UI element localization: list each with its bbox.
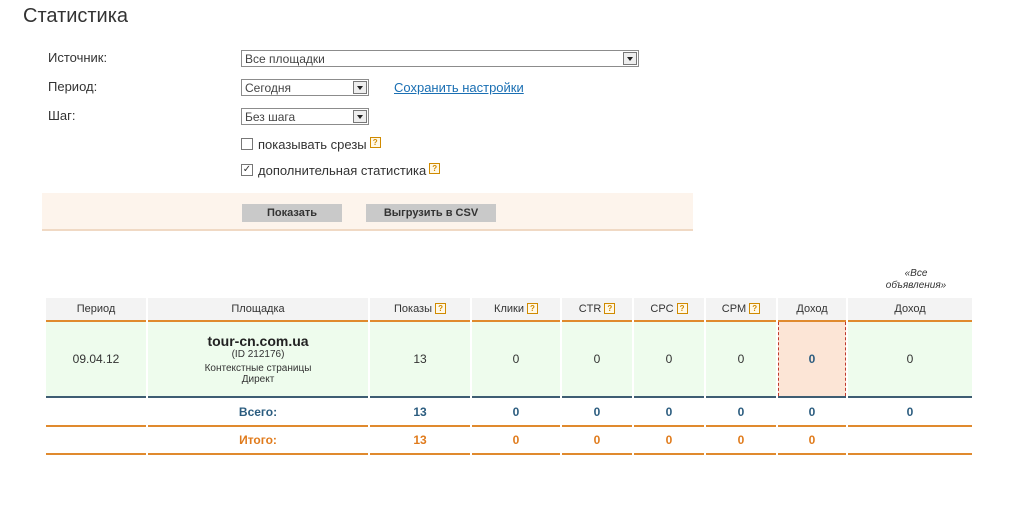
site-source: Директ bbox=[241, 374, 275, 385]
help-icon[interactable]: ? bbox=[369, 137, 381, 148]
extra-stats-label: дополнительная статистика bbox=[258, 163, 427, 178]
col-cpc: CPC? bbox=[634, 298, 704, 322]
help-icon[interactable]: ? bbox=[604, 303, 616, 314]
source-select[interactable]: Все площадки bbox=[241, 50, 639, 67]
grand-total-row: Итого: 13 0 0 0 0 0 bbox=[46, 427, 972, 455]
col-shows: Показы? bbox=[370, 298, 470, 322]
cell-income: 0 bbox=[778, 322, 846, 396]
cell-shows: 13 bbox=[370, 322, 470, 396]
total-cpc: 0 bbox=[634, 396, 704, 427]
page-title: Статистика bbox=[23, 5, 129, 27]
total-shows: 13 bbox=[370, 396, 470, 427]
period-label: Период: bbox=[48, 79, 98, 94]
total-clicks: 0 bbox=[472, 396, 560, 427]
cell-period: 09.04.12 bbox=[46, 322, 146, 396]
step-select[interactable]: Без шага bbox=[241, 108, 369, 125]
grand-total-label: Итого: bbox=[148, 427, 368, 455]
col-site: Площадка bbox=[148, 298, 368, 322]
chevron-down-icon[interactable] bbox=[353, 81, 367, 94]
table-row: 09.04.12 tour-cn.com.ua (ID 212176) Конт… bbox=[46, 322, 972, 396]
grand-total-shows: 13 bbox=[370, 427, 470, 455]
col-income: Доход bbox=[778, 298, 846, 322]
all-ads-note: «Все объявления» bbox=[885, 268, 947, 291]
cell-site: tour-cn.com.ua (ID 212176) Контекстные с… bbox=[148, 322, 368, 396]
cell-cpc: 0 bbox=[634, 322, 704, 396]
col-income-all: Доход bbox=[848, 298, 972, 322]
show-slices-checkbox[interactable] bbox=[241, 138, 253, 150]
source-value: Все площадки bbox=[245, 52, 325, 66]
help-icon[interactable]: ? bbox=[749, 303, 761, 314]
help-icon[interactable]: ? bbox=[429, 163, 441, 174]
total-cpm: 0 bbox=[706, 396, 776, 427]
cell-income-all: 0 bbox=[848, 322, 972, 396]
source-label: Источник: bbox=[48, 50, 108, 65]
step-label: Шаг: bbox=[48, 108, 76, 123]
step-value: Без шага bbox=[245, 110, 296, 124]
cell-ctr: 0 bbox=[562, 322, 632, 396]
stats-table: Период Площадка Показы? Клики? CTR? CPC?… bbox=[44, 298, 974, 455]
period-select[interactable]: Сегодня bbox=[241, 79, 369, 96]
action-panel: Показать Выгрузить в CSV bbox=[42, 193, 693, 231]
col-cpm: CPM? bbox=[706, 298, 776, 322]
total-income: 0 bbox=[778, 396, 846, 427]
grand-total-cpc: 0 bbox=[634, 427, 704, 455]
help-icon[interactable]: ? bbox=[526, 303, 538, 314]
site-id: (ID 212176) bbox=[231, 349, 285, 360]
col-ctr: CTR? bbox=[562, 298, 632, 322]
period-value: Сегодня bbox=[245, 81, 291, 95]
grand-total-income: 0 bbox=[778, 427, 846, 455]
save-settings-link[interactable]: Сохранить настройки bbox=[394, 80, 524, 95]
chevron-down-icon[interactable] bbox=[623, 52, 637, 65]
help-icon[interactable]: ? bbox=[435, 303, 447, 314]
total-income-all: 0 bbox=[848, 396, 972, 427]
col-clicks: Клики? bbox=[472, 298, 560, 322]
total-row: Всего: 13 0 0 0 0 0 0 bbox=[46, 396, 972, 427]
grand-total-clicks: 0 bbox=[472, 427, 560, 455]
cell-cpm: 0 bbox=[706, 322, 776, 396]
help-icon[interactable]: ? bbox=[676, 303, 688, 314]
chevron-down-icon[interactable] bbox=[353, 110, 367, 123]
grand-total-cpm: 0 bbox=[706, 427, 776, 455]
site-type: Контекстные страницы bbox=[204, 363, 312, 374]
cell-clicks: 0 bbox=[472, 322, 560, 396]
grand-total-ctr: 0 bbox=[562, 427, 632, 455]
show-button[interactable]: Показать bbox=[242, 204, 342, 222]
total-label: Всего: bbox=[148, 396, 368, 427]
site-name: tour-cn.com.ua bbox=[207, 333, 309, 349]
export-csv-button[interactable]: Выгрузить в CSV bbox=[366, 204, 496, 222]
col-period: Период bbox=[46, 298, 146, 322]
extra-stats-checkbox[interactable]: ✓ bbox=[241, 164, 253, 176]
total-ctr: 0 bbox=[562, 396, 632, 427]
show-slices-label: показывать срезы bbox=[258, 137, 367, 152]
